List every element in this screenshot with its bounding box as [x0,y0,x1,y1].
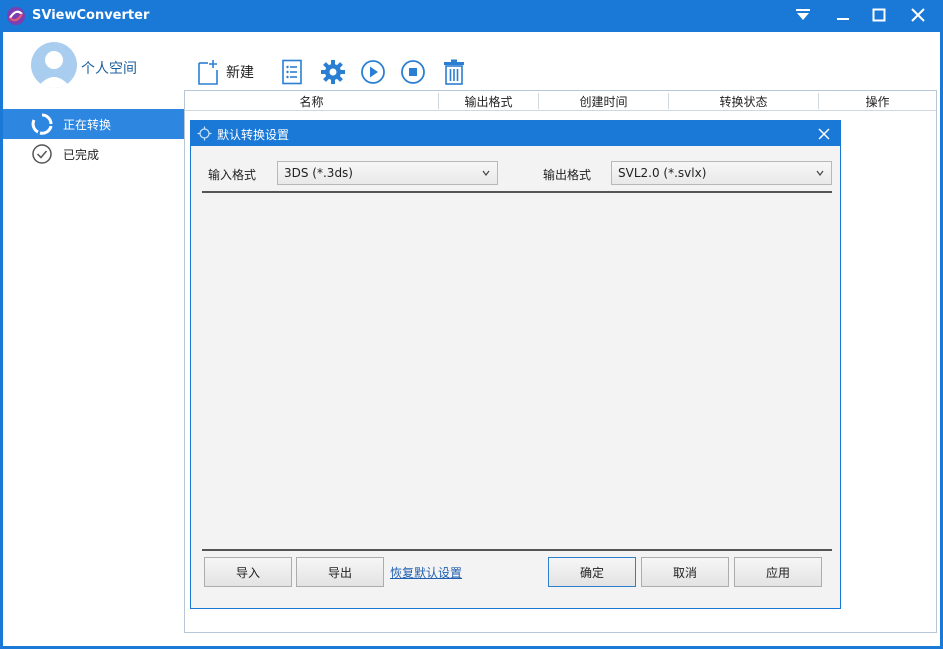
divider-bottom [202,549,832,551]
title-bar: SViewConverter [0,0,943,32]
close-icon [911,8,925,22]
sidebar-item-converting[interactable]: 正在转换 [3,109,185,139]
column-header-created-time[interactable]: 创建时间 [539,93,668,110]
output-format-value: SVL2.0 (*.svlx) [618,166,707,180]
input-format-select[interactable]: 3DS (*.3ds) [277,161,498,185]
delete-button[interactable] [442,58,466,86]
trash-icon [444,59,464,85]
output-format-label: 输出格式 [543,168,592,182]
minimize-icon [837,18,849,20]
dialog-close-button[interactable] [812,122,836,146]
dialog-gear-icon [197,126,212,141]
list-icon [282,59,302,85]
sidebar-item-label: 正在转换 [63,118,112,132]
sidebar: 个人空间 正在转换 已完成 [3,32,185,646]
close-icon [818,128,830,140]
check-circle-icon [32,144,52,164]
new-file-icon [198,60,218,85]
table-header: 名称 输出格式 创建时间 转换状态 操作 [185,91,936,111]
chevron-down-icon [482,170,490,176]
menu-down-icon [796,9,810,20]
avatar[interactable] [31,42,77,88]
user-avatar-icon [37,51,71,88]
new-button[interactable]: 新建 [196,58,254,86]
column-header-output-format[interactable]: 输出格式 [439,93,538,110]
apply-button[interactable]: 应用 [734,557,822,587]
ok-button[interactable]: 确定 [548,557,636,587]
export-button[interactable]: 导出 [296,557,384,587]
input-format-value: 3DS (*.3ds) [284,166,353,180]
gear-icon [321,60,345,84]
import-button[interactable]: 导入 [204,557,292,587]
dialog-title: 默认转换设置 [217,128,290,142]
stop-button[interactable] [400,58,426,86]
app-logo-icon [7,7,25,25]
menu-dropdown-button[interactable] [784,0,822,30]
column-header-actions[interactable]: 操作 [819,93,936,110]
dialog-title-bar[interactable]: 默认转换设置 [191,121,840,146]
maximize-button[interactable] [860,0,898,30]
start-button[interactable] [360,58,386,86]
minimize-button[interactable] [824,0,862,30]
input-format-label: 输入格式 [208,168,257,182]
app-title: SViewConverter [32,8,150,23]
settings-button[interactable] [320,58,346,86]
maximize-icon [872,8,886,22]
cancel-button[interactable]: 取消 [641,557,729,587]
play-icon [361,60,385,84]
stop-icon [401,60,425,84]
list-button[interactable] [281,58,303,86]
client-area: 个人空间 正在转换 已完成 新建 名称 输出格式 创建时间 转换状态 操作 默认… [3,32,940,646]
sidebar-item-label: 已完成 [63,148,100,162]
user-space-label[interactable]: 个人空间 [81,58,137,78]
restore-default-link[interactable]: 恢复默认设置 [390,564,462,581]
column-header-status[interactable]: 转换状态 [669,93,818,110]
chevron-down-icon [816,170,824,176]
output-format-select[interactable]: SVL2.0 (*.svlx) [611,161,832,185]
divider-top [202,191,832,193]
new-button-label: 新建 [226,65,254,81]
sidebar-item-completed[interactable]: 已完成 [3,139,185,169]
converting-icon [31,113,53,135]
default-convert-settings-dialog: 默认转换设置 输入格式 3DS (*.3ds) 输出格式 SVL2.0 (*.s… [190,120,841,609]
column-header-name[interactable]: 名称 [185,93,438,110]
app-window: SViewConverter 个人空间 正在转换 已完成 新建 名称 输出格式 … [0,0,943,649]
close-button[interactable] [899,0,937,30]
